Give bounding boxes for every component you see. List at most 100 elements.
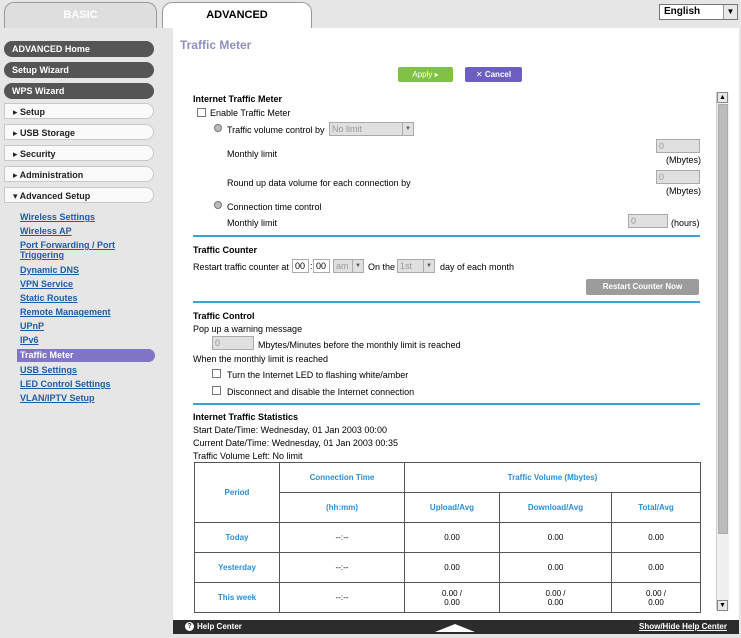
link-port-forwarding[interactable]: Port Forwarding / Port Triggering [20, 240, 140, 260]
volume-control-label: Traffic volume control by [227, 125, 325, 135]
volume-control-select[interactable]: No limit ▼ [329, 122, 414, 136]
disconnect-label: Disconnect and disable the Internet conn… [227, 387, 415, 397]
col-upload: Upload/Avg [404, 492, 500, 523]
link-traffic-meter[interactable]: Traffic Meter [17, 349, 155, 362]
table-row: Yesterday --:-- 0.00 0.00 0.00 [194, 552, 701, 583]
popup-input[interactable]: 0 [212, 336, 254, 350]
link-remote-management[interactable]: Remote Management [20, 307, 111, 317]
control-heading: Traffic Control [193, 311, 255, 321]
show-hide-help-link[interactable]: Show/Hide Help Center [639, 620, 727, 634]
led-checkbox[interactable] [212, 369, 221, 378]
scroll-down-icon[interactable]: ▼ [717, 600, 728, 611]
when-limit-label: When the monthly limit is reached [193, 354, 329, 364]
itm-heading: Internet Traffic Meter [193, 94, 283, 104]
row-period: Yesterday [194, 552, 280, 583]
section-divider [193, 235, 700, 237]
enable-traffic-meter-checkbox[interactable] [197, 108, 206, 117]
roundup-unit: (Mbytes) [666, 186, 702, 196]
scrollbar-thumb[interactable] [718, 104, 728, 534]
on-the-label: On the [368, 262, 396, 272]
popup-after-label: Mbytes/Minutes before the monthly limit … [258, 340, 461, 350]
day-of-month-label: day of each month [440, 262, 515, 272]
restart-counter-button[interactable]: Restart Counter Now [586, 279, 699, 295]
row-down: 0.00 [499, 522, 612, 553]
table-row: Today --:-- 0.00 0.00 0.00 [194, 522, 701, 553]
sidebar-advanced-home[interactable]: ADVANCED Home [4, 41, 154, 57]
help-center-label[interactable]: Help Center [197, 620, 242, 634]
connection-time-radio[interactable] [214, 201, 222, 209]
language-select[interactable]: English ▼ [659, 4, 738, 20]
page-title: Traffic Meter [180, 38, 252, 52]
tab-basic[interactable]: BASIC [4, 2, 157, 28]
day-select[interactable]: 1st ▼ [397, 259, 435, 273]
monthly-limit-input[interactable]: 0 [656, 139, 700, 153]
row-down: 0.00 / 0.00 [499, 582, 612, 613]
row-total: 0.00 [611, 552, 701, 583]
link-dynamic-dns[interactable]: Dynamic DNS [20, 265, 79, 275]
stats-table: Period Connection Time Traffic Volume (M… [194, 462, 701, 613]
restart-minute-input[interactable]: 00 [313, 259, 330, 273]
chevron-down-icon: ▼ [723, 5, 737, 19]
apply-button[interactable]: Apply ▸ [398, 67, 453, 82]
col-traffic-volume: Traffic Volume (Mbytes) [404, 462, 701, 493]
language-value: English [664, 6, 701, 17]
enable-traffic-meter-label: Enable Traffic Meter [210, 108, 291, 118]
roundup-label: Round up data volume for each connection… [227, 178, 411, 188]
sidebar-setup-wizard[interactable]: Setup Wizard [4, 62, 154, 78]
row-period: Today [194, 522, 280, 553]
stats-left: Traffic Volume Left: No limit [193, 451, 303, 461]
stats-heading: Internet Traffic Statistics [193, 412, 299, 422]
stats-current: Current Date/Time: Wednesday, 01 Jan 200… [193, 438, 398, 448]
row-up: 0.00 / 0.00 [404, 582, 500, 613]
sidebar-security[interactable]: ▸ Security [4, 145, 154, 161]
table-header-row: Period Connection Time Traffic Volume (M… [194, 462, 701, 523]
col-connection-time: Connection Time [279, 462, 405, 493]
row-total: 0.00 [611, 522, 701, 553]
volume-control-radio[interactable] [214, 124, 222, 132]
chevron-down-icon: ▼ [352, 260, 363, 272]
link-static-routes[interactable]: Static Routes [20, 293, 78, 303]
counter-heading: Traffic Counter [193, 245, 258, 255]
ampm-value: am [336, 261, 349, 271]
monthly-limit2-label: Monthly limit [227, 218, 278, 228]
disconnect-checkbox[interactable] [212, 386, 221, 395]
led-label: Turn the Internet LED to flashing white/… [227, 370, 409, 380]
link-wireless-ap[interactable]: Wireless AP [20, 226, 72, 236]
link-upnp[interactable]: UPnP [20, 321, 44, 331]
col-download: Download/Avg [499, 492, 612, 523]
chevron-down-icon: ▼ [402, 123, 413, 135]
row-up: 0.00 [404, 552, 500, 583]
restart-hour-input[interactable]: 00 [292, 259, 309, 273]
sidebar-wps-wizard[interactable]: WPS Wizard [4, 83, 154, 99]
row-conn: --:-- [279, 552, 405, 583]
col-total: Total/Avg [611, 492, 701, 523]
table-row: This week --:-- 0.00 / 0.00 0.00 / 0.00 … [194, 582, 701, 613]
link-vlan-iptv[interactable]: VLAN/IPTV Setup [20, 393, 95, 403]
cancel-button[interactable]: ✕ Cancel [465, 67, 522, 82]
tab-advanced[interactable]: ADVANCED [162, 2, 312, 28]
col-connection-unit: (hh:mm) [279, 492, 405, 523]
day-value: 1st [400, 261, 413, 271]
sidebar-administration[interactable]: ▸ Administration [4, 166, 154, 182]
volume-control-value: No limit [332, 124, 363, 134]
link-usb-settings[interactable]: USB Settings [20, 365, 77, 375]
sidebar-advanced-setup[interactable]: ▾ Advanced Setup [4, 187, 154, 203]
sidebar-setup[interactable]: ▸ Setup [4, 103, 154, 119]
ampm-select[interactable]: am ▼ [333, 259, 364, 273]
scroll-up-icon[interactable]: ▲ [717, 92, 728, 103]
help-icon[interactable]: ? [185, 622, 194, 631]
expand-arrow-icon[interactable] [435, 624, 475, 632]
roundup-input[interactable]: 0 [656, 170, 700, 184]
sidebar-usb-storage[interactable]: ▸ USB Storage [4, 124, 154, 140]
help-footer: ? Help Center Show/Hide Help Center [173, 620, 739, 634]
link-ipv6[interactable]: IPv6 [20, 335, 39, 345]
hours-input[interactable]: 0 [628, 214, 668, 228]
popup-label: Pop up a warning message [193, 324, 303, 334]
row-down: 0.00 [499, 552, 612, 583]
link-led-control[interactable]: LED Control Settings [20, 379, 111, 389]
section-divider [193, 403, 700, 405]
link-wireless-settings[interactable]: Wireless Settings [20, 212, 95, 222]
restart-at-label: Restart traffic counter at [193, 262, 289, 272]
row-period: This week [194, 582, 280, 613]
link-vpn-service[interactable]: VPN Service [20, 279, 73, 289]
